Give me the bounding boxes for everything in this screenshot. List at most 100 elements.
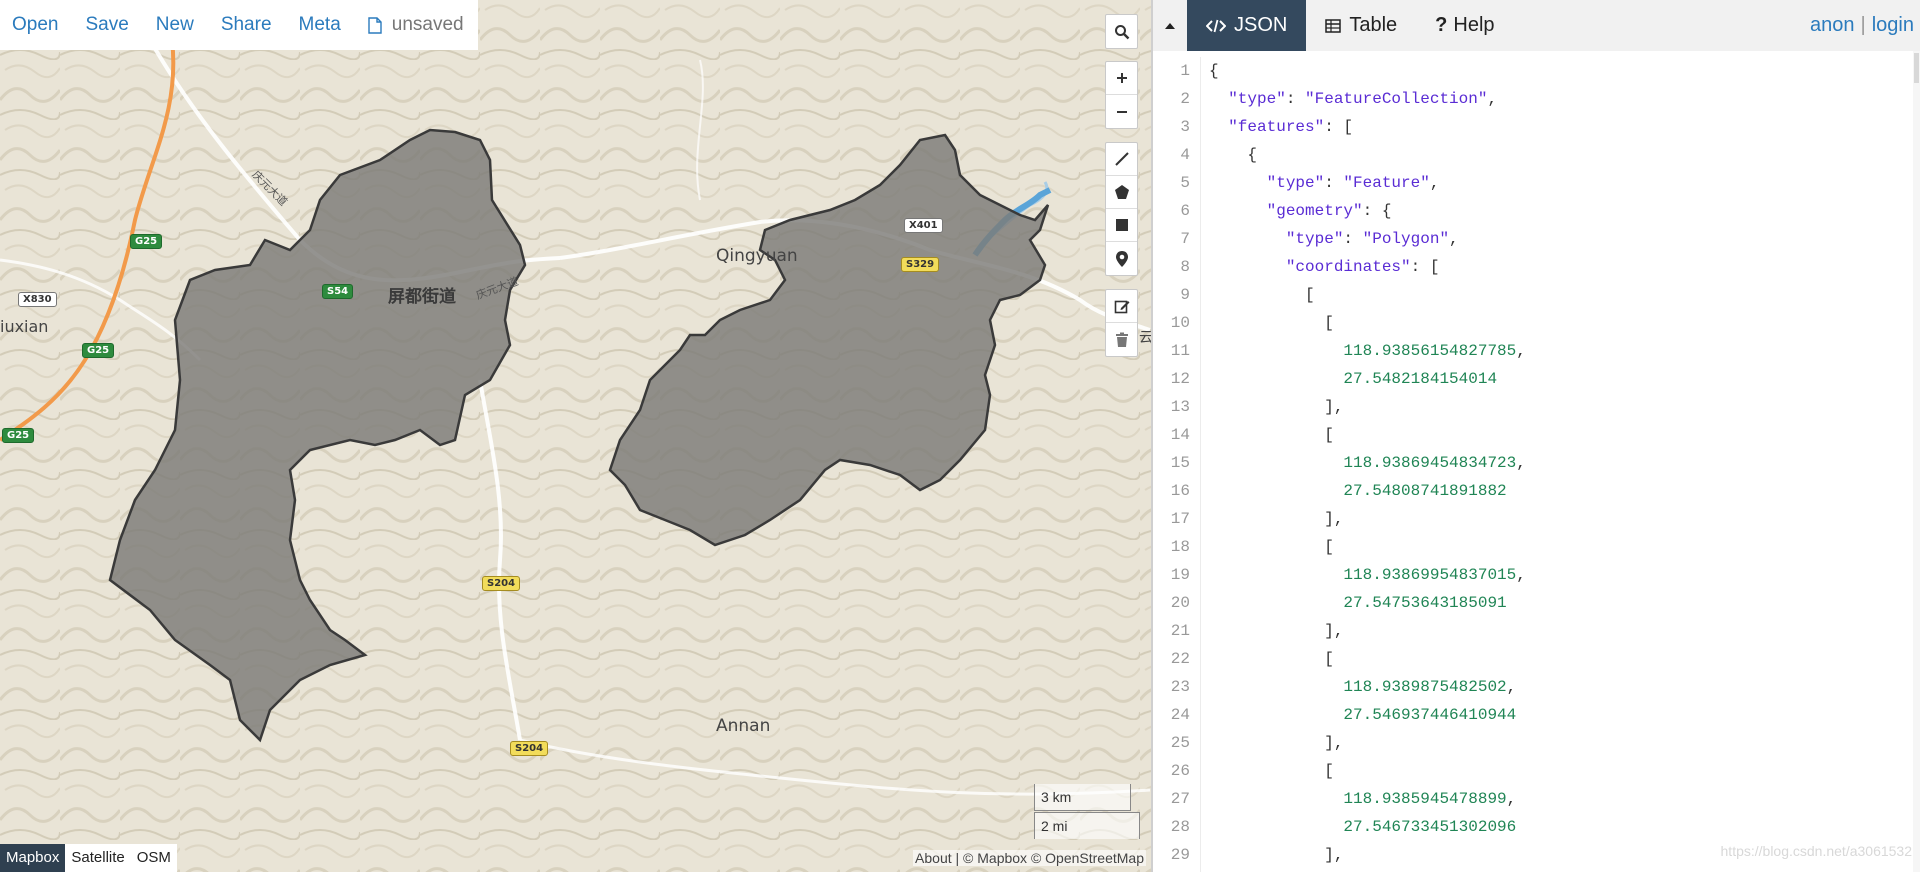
line-number: 15 — [1170, 454, 1190, 472]
code-line[interactable]: "type": "FeatureCollection", — [1209, 85, 1526, 113]
line-number: 12 — [1170, 370, 1190, 388]
shield-g25-c: G25 — [2, 428, 35, 443]
code-line[interactable]: ], — [1209, 841, 1526, 869]
code-line[interactable]: 118.93856154827785, — [1209, 337, 1525, 365]
tab-json[interactable]: JSON — [1187, 0, 1307, 51]
draw-rectangle-button[interactable] — [1106, 209, 1137, 242]
draw-marker-button[interactable] — [1106, 242, 1137, 275]
line-number: 25 — [1170, 734, 1190, 752]
line-number: 27 — [1170, 790, 1190, 808]
search-button[interactable] — [1106, 15, 1137, 48]
layer-osm[interactable]: OSM — [130, 844, 177, 872]
save-button[interactable]: Save — [85, 14, 128, 36]
edit-layers-button[interactable] — [1106, 290, 1137, 323]
shield-x401: X401 — [904, 218, 943, 233]
top-menu-bar: Open Save New Share Meta unsaved — [0, 0, 478, 50]
code-line[interactable]: ], — [1209, 393, 1526, 421]
code-line[interactable]: 27.546733451302096 — [1209, 813, 1526, 841]
code-line[interactable]: { — [1209, 141, 1526, 169]
code-line[interactable]: [ — [1209, 757, 1526, 785]
code-line[interactable]: "coordinates": [ — [1209, 253, 1526, 281]
tab-table[interactable]: Table — [1306, 0, 1416, 51]
polygon-icon — [1114, 185, 1129, 199]
line-number: 10 — [1170, 314, 1190, 332]
line-icon — [1114, 152, 1129, 166]
json-editor[interactable]: 1 2 3 4 5 6 7 8 9 10 11 12 13 14 15 16 17 18 19 20 21 22 23 24 2… — [1153, 51, 1920, 872]
zoom-out-button[interactable] — [1106, 95, 1137, 128]
question-icon: ? — [1435, 14, 1448, 36]
line-number: 20 — [1170, 594, 1190, 612]
user-links: anon | login — [1810, 14, 1914, 37]
code-line[interactable]: "features": [ — [1209, 113, 1526, 141]
tab-help[interactable]: ? Help — [1416, 0, 1513, 51]
layer-mapbox[interactable]: Mapbox — [0, 844, 66, 872]
line-number: 2 — [1180, 90, 1190, 108]
code-line[interactable]: ], — [1209, 505, 1526, 533]
search-icon — [1114, 24, 1129, 39]
code-line[interactable]: 118.9385945478899, — [1209, 785, 1526, 813]
code-line[interactable]: [ — [1209, 645, 1526, 673]
editor-panel: JSON Table ? Help anon | login 1 2 3 4 5 6 7 8 9 10… — [1153, 0, 1920, 872]
code-line[interactable]: 118.9389875482502, — [1209, 673, 1526, 701]
shield-s204-b: S204 — [510, 741, 549, 756]
new-button[interactable]: New — [156, 14, 194, 36]
line-number: 1 — [1180, 62, 1190, 80]
collapse-panel-button[interactable] — [1153, 0, 1187, 51]
city-label-qingyuan: Qingyuan — [716, 246, 798, 266]
caret-up-icon — [1165, 22, 1175, 29]
map-attribution[interactable]: About | © Mapbox © OpenStreetMap — [913, 850, 1146, 866]
scale-bar-km: 3 km — [1034, 784, 1131, 811]
open-button[interactable]: Open — [12, 14, 58, 36]
line-number: 13 — [1170, 398, 1190, 416]
line-number: 7 — [1180, 230, 1190, 248]
scrollbar-thumb[interactable] — [1914, 53, 1919, 83]
layer-satellite[interactable]: Satellite — [65, 844, 131, 872]
tab-table-label: Table — [1349, 14, 1398, 36]
line-number: 22 — [1170, 650, 1190, 668]
code-line[interactable]: "type": "Feature", — [1209, 169, 1526, 197]
code-line[interactable]: { — [1209, 57, 1526, 85]
search-control — [1105, 14, 1138, 49]
shield-s204-a: S204 — [482, 576, 521, 591]
zoom-in-button[interactable] — [1106, 62, 1137, 95]
code-line[interactable]: ], — [1209, 617, 1526, 645]
editor-scrollbar[interactable] — [1913, 51, 1920, 872]
code-line[interactable]: [ — [1209, 533, 1526, 561]
code-line[interactable]: 27.546937446410944 — [1209, 701, 1526, 729]
draw-polygon-button[interactable] — [1106, 176, 1137, 209]
code-line[interactable]: "type": "Polygon", — [1209, 225, 1526, 253]
code-line[interactable]: 27.54808741891882 — [1209, 477, 1526, 505]
code-line[interactable]: 27.5482184154014 — [1209, 365, 1526, 393]
draw-line-button[interactable] — [1106, 143, 1137, 176]
line-number: 26 — [1170, 762, 1190, 780]
zoom-control — [1105, 61, 1138, 129]
code-line[interactable]: 118.93869454834723, — [1209, 449, 1525, 477]
town-label-annan: Annan — [716, 716, 771, 736]
login-link[interactable]: login — [1872, 14, 1914, 36]
layer-switcher: Mapbox Satellite OSM — [0, 844, 177, 872]
delete-layers-button[interactable] — [1106, 323, 1137, 356]
line-number: 24 — [1170, 706, 1190, 724]
file-status: unsaved — [368, 14, 464, 36]
share-button[interactable]: Share — [221, 14, 272, 36]
line-number: 21 — [1170, 622, 1190, 640]
file-status-label: unsaved — [391, 14, 464, 35]
line-number: 19 — [1170, 566, 1190, 584]
code-line[interactable]: [ — [1209, 309, 1526, 337]
code-line[interactable]: [ — [1209, 281, 1526, 309]
meta-button[interactable]: Meta — [299, 14, 341, 36]
city-label-pingdu: 屏都街道 — [388, 287, 456, 307]
code-line[interactable]: "geometry": { — [1209, 197, 1526, 225]
shield-g25-b: G25 — [82, 343, 115, 358]
code-lines[interactable]: { "type": "FeatureCollection", "features… — [1209, 57, 1526, 869]
code-line[interactable]: 27.54753643185091 — [1209, 589, 1526, 617]
code-line[interactable]: ], — [1209, 729, 1526, 757]
map-canvas[interactable]: 屏都街道 庆元大道 庆元大道 Qingyuan Annan iuxian 云 G… — [0, 0, 1151, 872]
tab-help-label: Help — [1453, 14, 1495, 36]
anon-link[interactable]: anon — [1810, 14, 1855, 36]
plus-icon — [1116, 73, 1127, 83]
code-line[interactable]: [ — [1209, 421, 1526, 449]
code-line[interactable]: 118.93869954837015, — [1209, 561, 1525, 589]
tab-json-label: JSON — [1234, 14, 1288, 36]
shield-g25-a: G25 — [130, 234, 163, 249]
